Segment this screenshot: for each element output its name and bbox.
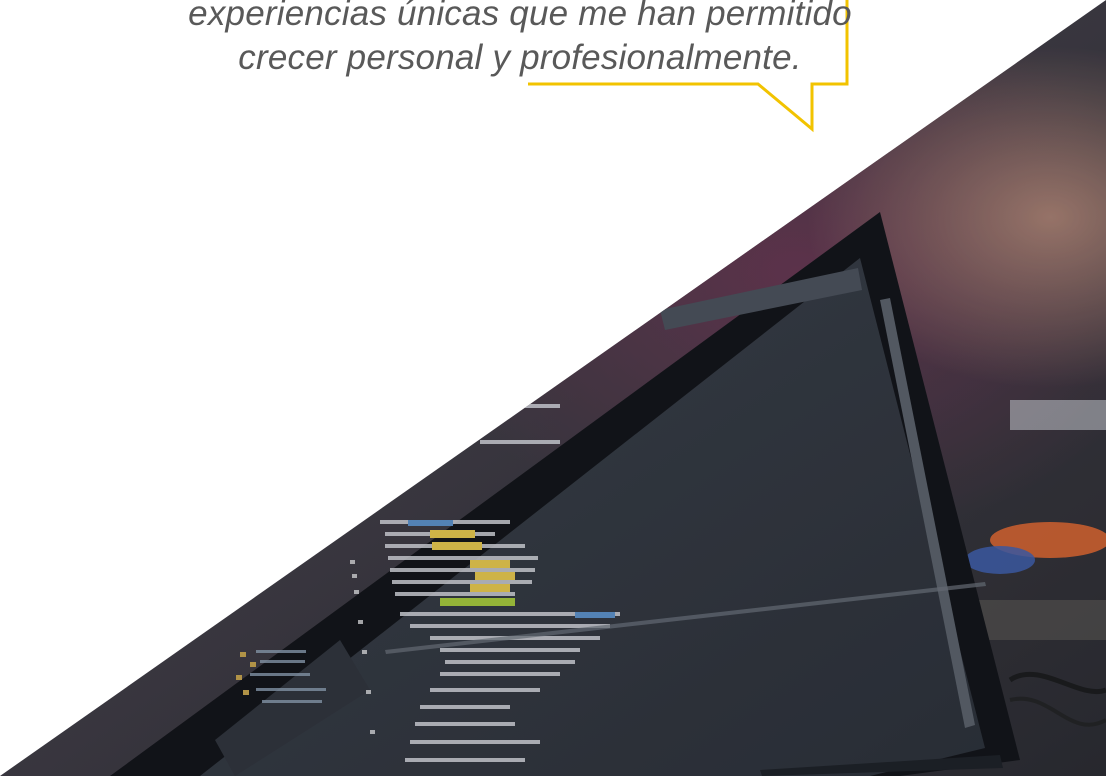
quote-line-2: crecer personal y profesionalmente. [238,38,802,77]
quote-text: experiencias únicas que me han permitido… [180,0,860,80]
speech-bubble-outline-icon [528,0,849,133]
quote-line-1: experiencias únicas que me han permitido [188,0,852,33]
page: experiencias únicas que me han permitido… [0,0,1106,776]
